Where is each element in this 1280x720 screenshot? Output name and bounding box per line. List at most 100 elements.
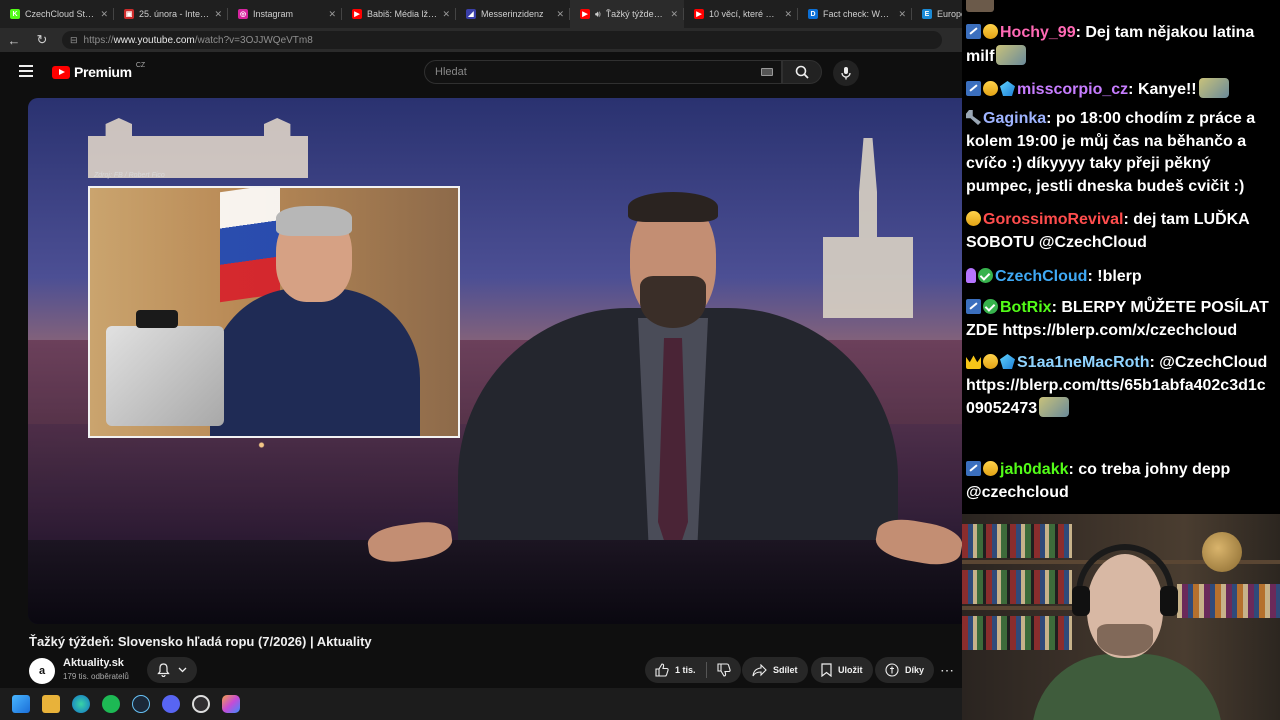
streamer-webcam [962,514,1280,720]
search-button[interactable] [782,60,822,84]
gem-badge-icon[interactable] [1000,81,1015,96]
tab-label: CzechCloud Stream [25,9,95,19]
browser-tab[interactable]: ◢ Messerinzidenz ✕ [456,0,570,28]
steam-icon[interactable] [132,695,150,713]
broadcaster-badge-icon[interactable] [966,268,976,283]
gold-badge-icon[interactable] [983,461,998,476]
edge-browser-icon[interactable] [72,695,90,713]
close-tab-icon[interactable]: ✕ [100,9,108,20]
browser-tab[interactable]: K CzechCloud Stream ✕ [0,0,114,28]
video-desk [28,539,962,624]
bookshelf-right [1177,584,1280,618]
thanks-button[interactable]: Díky [875,657,935,683]
gold-badge-icon[interactable] [983,354,998,369]
subscriber-badge-icon[interactable] [966,24,981,39]
chat-username[interactable]: S1aa1neMacRoth [1017,354,1150,371]
browser-tab[interactable]: ▶ 10 věcí, které by Hitle ✕ [684,0,798,28]
browser-tab[interactable]: D Fact check: Which co ✕ [798,0,912,28]
chat-emote-partial [966,0,994,12]
chat-separator: : [1087,268,1098,285]
discord-icon[interactable] [162,695,180,713]
subscriber-badge-icon[interactable] [966,461,981,476]
subscriber-badge-icon[interactable] [966,81,981,96]
keyboard-icon[interactable] [761,68,773,76]
headphone-cup-right [1160,586,1178,616]
copilot-icon[interactable] [222,695,240,713]
voice-search-button[interactable] [833,60,859,86]
save-button[interactable]: Uložit [811,657,873,683]
globe [1202,532,1242,572]
like-button[interactable]: 1 tis. [655,663,696,677]
host-hair [628,192,718,222]
close-tab-icon[interactable]: ✕ [670,9,678,20]
close-tab-icon[interactable]: ✕ [556,9,564,20]
tab-label: 25. února - Interview [139,9,209,19]
share-label: Sdílet [773,665,798,675]
browser-tab[interactable]: E Europe: C [912,0,962,28]
gold-badge-icon[interactable] [983,24,998,39]
chat-username[interactable]: BotRix [1000,299,1052,316]
video-player[interactable]: Zdroj: FB / Robert Fico [28,98,962,624]
menu-icon[interactable] [19,65,33,77]
address-bar[interactable]: ⊟ https://www.youtube.com/watch?v=3OJJWQ… [62,31,942,49]
spotify-icon[interactable] [102,695,120,713]
chat-username[interactable]: Gaginka [983,110,1046,127]
chat-message: CzechCloud: !blerp [966,266,1274,289]
more-actions-icon[interactable]: ⋯ [940,662,955,679]
channel-name[interactable]: Aktuality.sk [63,657,124,669]
share-button[interactable]: Sdílet [742,657,808,683]
chat-username[interactable]: jah0dakk [1000,461,1068,478]
close-tab-icon[interactable]: ✕ [328,9,336,20]
video-inset-photo [88,186,460,438]
subscriber-badge-icon[interactable] [966,299,981,314]
tab-label: Europe: C [937,9,962,19]
file-explorer-icon[interactable] [42,695,60,713]
search-icon [795,65,809,79]
verified-badge-icon[interactable] [978,268,993,283]
site-info-icon[interactable]: ⊟ [70,35,78,46]
browser-tab[interactable]: ▶ Babiš: Média lžou, cy ✕ [342,0,456,28]
tab-label: Instagram [253,9,294,19]
tab-label: Babiš: Média lžou, cy [367,9,437,19]
chat-username[interactable]: Hochy_99 [1000,24,1076,41]
thumbs-down-icon[interactable] [716,663,731,677]
gold-badge-icon[interactable] [983,81,998,96]
crown-badge-icon[interactable] [966,355,981,369]
reload-icon[interactable]: ↻ [28,32,56,48]
host-beard [640,276,706,328]
notifications-button[interactable] [147,657,197,683]
close-tab-icon[interactable]: ✕ [442,9,450,20]
like-dislike-group: 1 tis. [645,657,741,683]
chat-username[interactable]: GorossimoRevival [983,211,1124,228]
chat-separator: : [1075,24,1086,41]
chat-message: Hochy_99: Dej tam nějakou latina milf [966,22,1274,68]
search-input[interactable]: Hledat [424,60,782,84]
thanks-label: Díky [905,665,925,675]
windows-start-icon[interactable] [12,695,30,713]
chat-message: jah0dakk: co treba johny depp @czechclou… [966,459,1274,504]
browser-tab[interactable]: ▶ 🔊︎ Ťažký týždeň: Sl ✕ [570,0,684,28]
close-tab-icon[interactable]: ✕ [784,9,792,20]
youtube-logo[interactable]: Premium CZ [52,62,145,80]
browser-tab[interactable]: ◎ Instagram ✕ [228,0,342,28]
obs-icon[interactable] [192,695,210,713]
chat-username[interactable]: misscorpio_cz [1017,81,1128,98]
channel-avatar[interactable]: a [29,658,55,684]
gold-badge-icon[interactable] [966,211,981,226]
streamer-body [1032,654,1222,720]
gem-badge-icon[interactable] [1000,354,1015,369]
back-arrow-icon[interactable]: ← [0,33,28,48]
url-host-prefix: https:// [83,34,114,46]
chat-emote-icon [1198,78,1229,98]
moderator-badge-icon[interactable] [966,110,981,125]
browser-tab[interactable]: ▣ 25. února - Interview ✕ [114,0,228,28]
webcam-device [136,310,178,328]
speaker-icon[interactable]: 🔊︎ [595,9,601,20]
screen: K CzechCloud Stream ✕ ▣ 25. února - Intervie… [0,0,1280,720]
inset-person-body [210,288,420,436]
close-tab-icon[interactable]: ✕ [898,9,906,20]
close-tab-icon[interactable]: ✕ [214,9,222,20]
url-path: /watch?v=3OJJWQeVTm8 [194,34,313,46]
verified-badge-icon[interactable] [983,299,998,314]
chat-username[interactable]: CzechCloud [995,268,1087,285]
